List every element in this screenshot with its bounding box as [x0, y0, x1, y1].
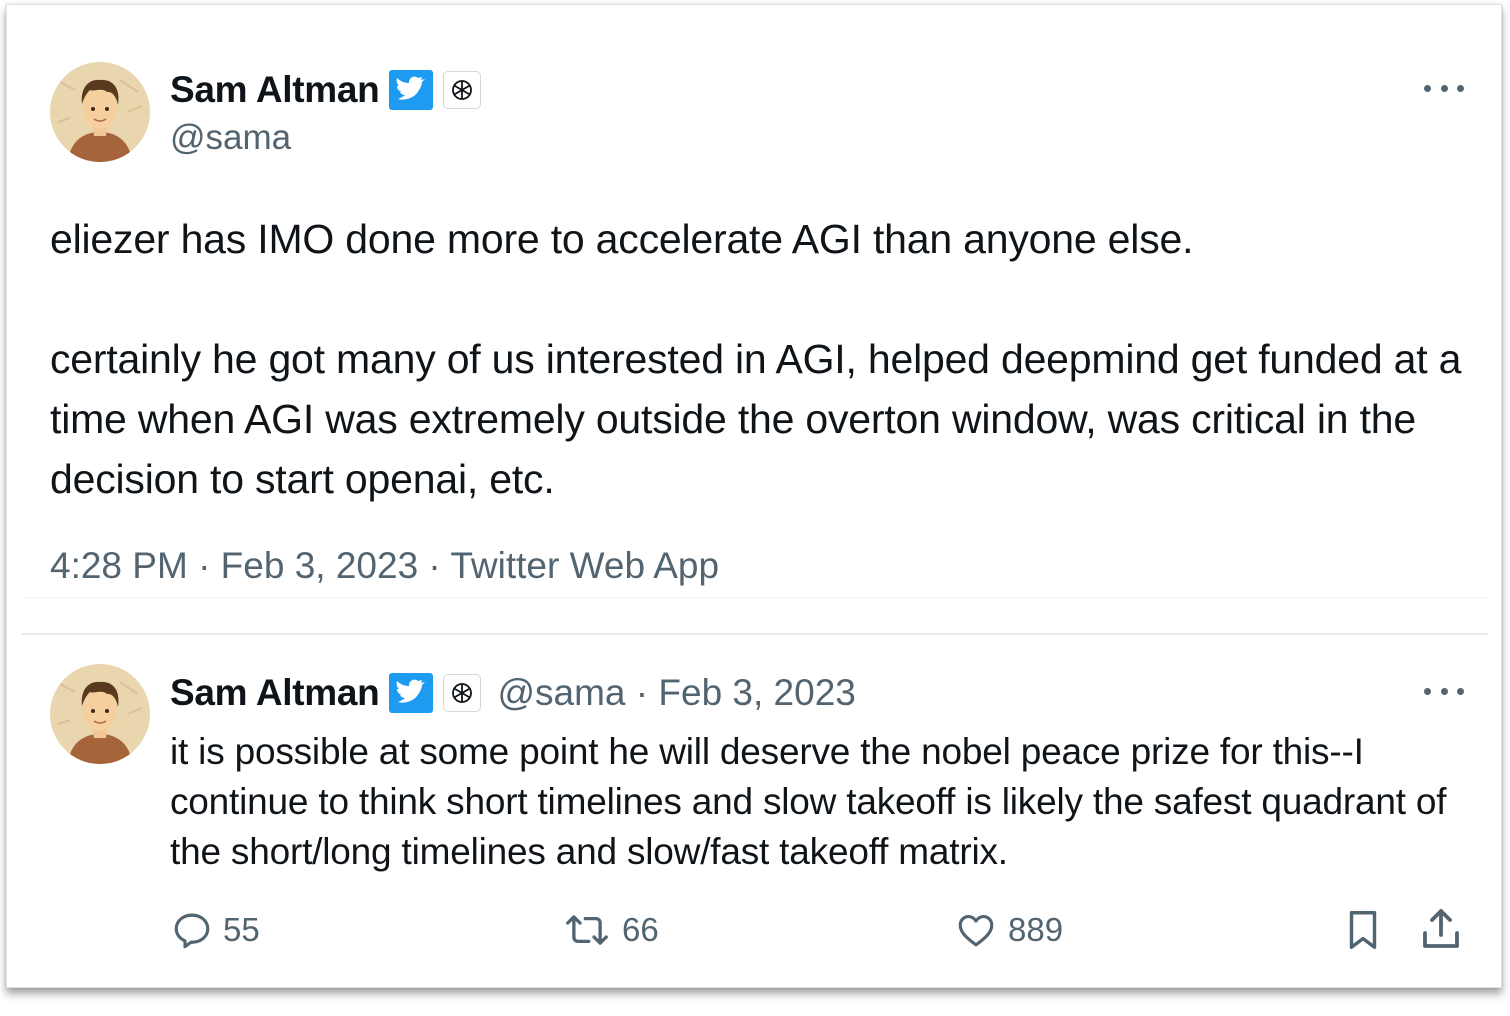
bookmark-button[interactable]: [1343, 907, 1383, 953]
openai-affiliate-icon[interactable]: [443, 674, 482, 712]
retweet-button[interactable]: 66: [562, 909, 659, 951]
divider: [22, 597, 1488, 598]
tweet-text: eliezer has IMO done more to accelerate …: [50, 209, 1470, 509]
author-handle[interactable]: @sama: [170, 118, 291, 158]
screenshot-frame: Sam Altman @sama eliezer has IMO done mo…: [6, 4, 1502, 988]
reply-button[interactable]: 55: [171, 909, 260, 951]
author-name-row: Sam Altman: [170, 67, 482, 113]
reply-tweet-text: it is possible at some point he will des…: [170, 731, 1447, 872]
heart-icon: [958, 914, 994, 947]
tweet-paragraph: eliezer has IMO done more to accelerate …: [50, 216, 1194, 262]
retweet-count: 66: [622, 911, 659, 948]
author-display-name[interactable]: Sam Altman: [170, 69, 380, 111]
retweet-icon: [566, 915, 608, 945]
reply-author-row: Sam Altman @sama · Feb 3, 2023: [170, 670, 856, 716]
reply-handle-and-date[interactable]: @sama · Feb 3, 2023: [497, 672, 855, 714]
reply-count: 55: [223, 911, 260, 948]
tweet-paragraph: certainly he got many of us interested i…: [50, 336, 1462, 502]
like-button[interactable]: 889: [954, 909, 1063, 951]
share-button[interactable]: [1419, 905, 1463, 953]
openai-affiliate-icon[interactable]: [443, 71, 482, 109]
tweet-timestamp[interactable]: 4:28 PM · Feb 3, 2023 · Twitter Web App: [50, 545, 719, 587]
reply-author-display-name[interactable]: Sam Altman: [170, 672, 380, 714]
share-icon: [1423, 909, 1459, 948]
more-options-icon[interactable]: [1424, 78, 1464, 98]
verified-badge-icon[interactable]: [389, 673, 434, 713]
verified-badge-icon[interactable]: [389, 70, 434, 110]
like-count: 889: [1008, 911, 1064, 948]
avatar[interactable]: [50, 62, 150, 162]
comment-icon: [174, 913, 210, 949]
reply-more-options-icon[interactable]: [1424, 681, 1464, 701]
divider: [22, 633, 1488, 635]
reply-avatar[interactable]: [50, 664, 150, 764]
bookmark-icon: [1349, 911, 1377, 949]
